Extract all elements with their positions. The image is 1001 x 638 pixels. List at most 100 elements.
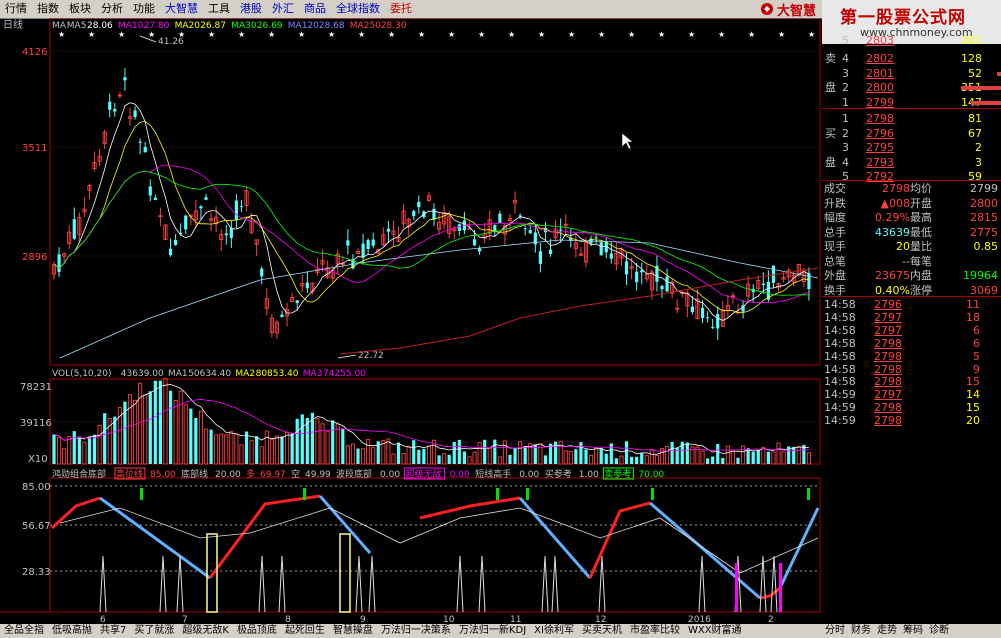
star-marker-9: ★ bbox=[328, 30, 335, 39]
vol-bar-104 bbox=[579, 442, 583, 464]
ind-legend-7: 空 bbox=[291, 468, 300, 480]
ind-spike-7 bbox=[456, 555, 464, 613]
formula-tab-6[interactable]: 起死回生 bbox=[281, 624, 329, 638]
candle-body-23 bbox=[168, 248, 173, 256]
vol-bar-97 bbox=[543, 455, 548, 464]
vol-bar-110 bbox=[609, 443, 613, 464]
star-marker-22: ★ bbox=[718, 30, 725, 39]
menu-item-6[interactable]: 工具 bbox=[203, 0, 235, 18]
vol-bar-147 bbox=[796, 445, 801, 465]
ind-spike-11 bbox=[598, 555, 606, 613]
tick-price: 2796 bbox=[874, 298, 902, 311]
formula-tab-13[interactable]: WXX财富通 bbox=[684, 624, 746, 638]
right-tab-2[interactable]: 走势 bbox=[874, 624, 900, 638]
ind-legend-12: 0.00 bbox=[450, 470, 470, 480]
candle-body-12 bbox=[113, 109, 117, 112]
formula-tab-2[interactable]: 共享7 bbox=[96, 624, 130, 638]
sell-vol: 128 bbox=[961, 52, 982, 65]
kline-chart[interactable]: 日线 MA MA5 28.06 MA10 27.80 MA20 26.87 MA30 26.69 M… bbox=[0, 17, 822, 625]
menu-item-2[interactable]: 板块 bbox=[64, 0, 96, 18]
right-tab-4[interactable]: 诊断 bbox=[926, 624, 952, 638]
menu-item-10[interactable]: 全球指数 bbox=[331, 0, 385, 18]
vol-axis-label-2: X10 bbox=[28, 454, 48, 465]
buy-label-top: 买 bbox=[825, 126, 836, 140]
candle-body-130 bbox=[711, 327, 715, 329]
menu-item-9[interactable]: 商品 bbox=[299, 0, 331, 18]
star-marker-24: ★ bbox=[778, 30, 785, 39]
right-tab-0[interactable]: 分时 bbox=[822, 624, 848, 638]
formula-tab-9[interactable]: 万法归一新KDJ bbox=[455, 624, 530, 638]
vol-bar-93 bbox=[523, 446, 527, 464]
candle-body-48 bbox=[295, 300, 299, 304]
vol-bar-72 bbox=[417, 449, 421, 464]
ind-spike-1 bbox=[159, 555, 167, 613]
formula-tab-8[interactable]: 万法归一决策系 bbox=[377, 624, 455, 638]
date-label-0: 6 bbox=[100, 615, 106, 624]
menu-item-8[interactable]: 外汇 bbox=[267, 0, 299, 18]
vol-bar-121 bbox=[665, 446, 670, 465]
menu-item-3[interactable]: 分析 bbox=[96, 0, 128, 18]
tick-price: 2797 bbox=[874, 323, 902, 337]
formula-tab-12[interactable]: 市盈率比较 bbox=[626, 624, 684, 638]
ind-green-marker-1 bbox=[303, 488, 306, 500]
tick-price: 2798 bbox=[874, 362, 902, 376]
vol-bar-21 bbox=[158, 380, 162, 464]
vol-bar-46 bbox=[285, 432, 290, 465]
tick-vol: 11 bbox=[966, 298, 980, 311]
vol-bar-114 bbox=[630, 456, 634, 464]
candle-body-98 bbox=[548, 249, 553, 254]
menu-item-5[interactable]: 大智慧 bbox=[160, 0, 203, 18]
ind-axis-label-0: 85.00 bbox=[22, 482, 51, 493]
ind-down-wave-0 bbox=[99, 496, 211, 580]
vol-bar-19 bbox=[148, 391, 152, 464]
formula-tab-1[interactable]: 低吸高抛 bbox=[48, 624, 96, 638]
stat-value: 2798 bbox=[882, 182, 910, 195]
ind-axis-label-2: 28.33 bbox=[22, 567, 51, 578]
menu-item-11[interactable]: 委托 bbox=[385, 0, 417, 18]
vol-bar-81 bbox=[462, 451, 466, 464]
vol-bar-54 bbox=[325, 430, 330, 465]
high-label: 41.26 bbox=[158, 37, 184, 47]
chart-area[interactable]: 日线 MA MA5 28.06 MA10 27.80 MA20 26.87 MA30 26.69 M… bbox=[0, 17, 822, 638]
right-tab-1[interactable]: 财务 bbox=[848, 624, 874, 638]
vol-bar-85 bbox=[483, 439, 487, 464]
formula-tab-0[interactable]: 全品全指 bbox=[0, 624, 48, 638]
vol-bar-80 bbox=[457, 439, 461, 464]
menu-item-0[interactable]: 行情 bbox=[0, 0, 32, 18]
menu-item-1[interactable]: 指数 bbox=[32, 0, 64, 18]
formula-tab-4[interactable]: 超级无敌K bbox=[178, 624, 233, 638]
vol-bar-146 bbox=[792, 446, 796, 464]
vol-bar-45 bbox=[280, 436, 284, 464]
ind-spike-2 bbox=[176, 555, 184, 613]
candle-body-36 bbox=[234, 200, 238, 221]
right-tab-3[interactable]: 筹码 bbox=[900, 624, 926, 638]
ind-green-marker-2 bbox=[496, 488, 499, 500]
tick-price: 2798 bbox=[874, 336, 902, 350]
stat-label-2: 内盘 bbox=[910, 269, 932, 282]
menu-item-4[interactable]: 功能 bbox=[128, 0, 160, 18]
formula-tab-10[interactable]: XI徐利军 bbox=[530, 624, 578, 638]
formula-tab-5[interactable]: 极品顶底 bbox=[233, 624, 281, 638]
ind-spike-6 bbox=[368, 555, 376, 613]
formula-tab-3[interactable]: 买了就涨 bbox=[130, 624, 178, 638]
ind-spike-9 bbox=[541, 555, 549, 613]
ind-green-marker-4 bbox=[651, 488, 654, 500]
vol-bar-101 bbox=[563, 450, 568, 465]
candle-body-29 bbox=[199, 206, 203, 209]
tick-time: 14:58 bbox=[824, 323, 856, 337]
stat-row: 总手 43639 最低 2775 bbox=[822, 226, 1001, 240]
vol-bar-91 bbox=[513, 448, 517, 464]
star-marker-20: ★ bbox=[658, 30, 665, 39]
buy-price: 2798 bbox=[866, 112, 894, 125]
star-marker-0: ★ bbox=[58, 30, 65, 39]
candle-body-80 bbox=[457, 224, 461, 231]
ind-magenta-bar-0 bbox=[735, 563, 738, 612]
vol-bar-16 bbox=[133, 399, 138, 465]
menu-item-7[interactable]: 港股 bbox=[235, 0, 267, 18]
formula-tab-11[interactable]: 买卖天机 bbox=[578, 624, 626, 638]
vol-bar-90 bbox=[508, 454, 512, 464]
candle-body-4 bbox=[72, 219, 76, 239]
formula-tab-7[interactable]: 智慧操盘 bbox=[329, 624, 377, 638]
sell-vol-bar bbox=[961, 86, 1001, 90]
stat-value: ▲008 bbox=[880, 196, 910, 210]
